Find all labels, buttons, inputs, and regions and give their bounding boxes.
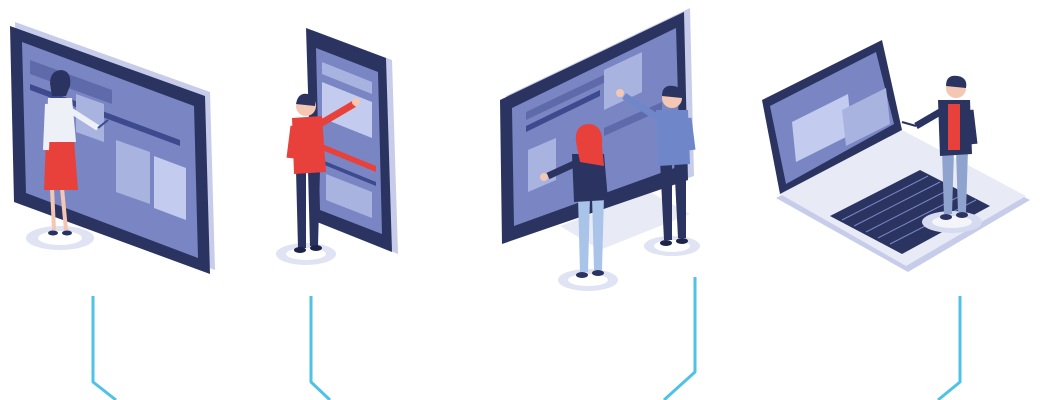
- connector-line-tablet: [91, 296, 117, 400]
- laptop-device: [762, 40, 1030, 272]
- connector-line-laptop: [937, 296, 962, 400]
- connector-line-monitor: [662, 277, 697, 400]
- connector-line-phone: [309, 296, 332, 400]
- illustration-canvas: [10, 8, 1030, 400]
- connector-lines: [91, 277, 962, 400]
- devices-illustration: [0, 0, 1040, 400]
